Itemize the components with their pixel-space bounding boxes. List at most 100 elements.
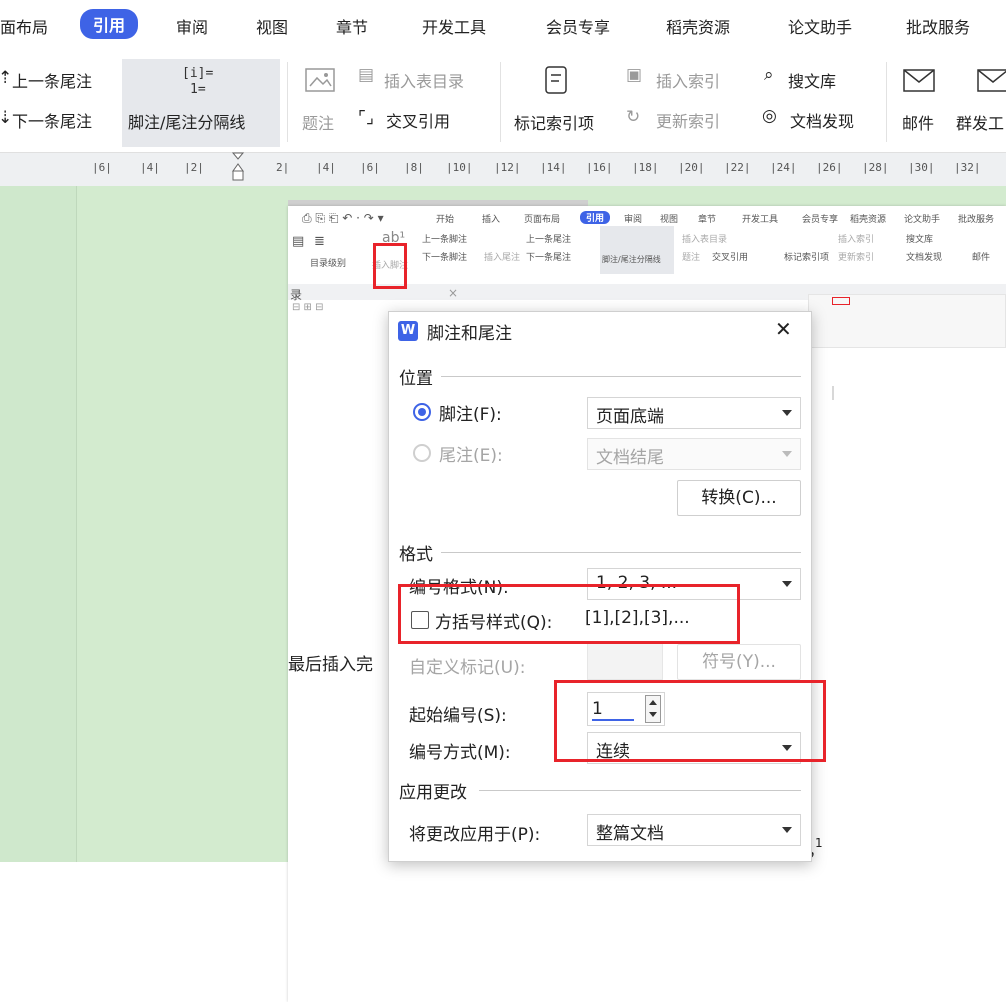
mini-tab: 批改服务 bbox=[958, 215, 995, 225]
tab-thesis[interactable]: 论文助手 bbox=[788, 14, 852, 38]
mini-tab: 开始 bbox=[436, 215, 455, 225]
close-icon[interactable]: ✕ bbox=[775, 317, 792, 341]
doc-discover-button[interactable]: 文档发现 bbox=[790, 108, 854, 132]
separator-label: 脚注/尾注分隔线 bbox=[128, 113, 246, 132]
mini-tab: 插入 bbox=[482, 215, 501, 225]
ruler-tick: |12| bbox=[494, 161, 521, 174]
mini-insert-toc: 插入表目录 bbox=[682, 235, 728, 245]
mini-prev-footnote: 上一条脚注 bbox=[422, 235, 468, 245]
search-lib-icon: ⌕ bbox=[764, 65, 774, 85]
endnote-position-dropdown[interactable]: 文档结尾 bbox=[587, 438, 801, 470]
footnote-label: 脚注(F): bbox=[439, 405, 502, 425]
symbol-button[interactable]: 符号(Y)... bbox=[677, 644, 801, 680]
mini-text-cursor bbox=[832, 386, 834, 400]
ribbon-divider bbox=[500, 62, 501, 142]
dialog-title: 脚注和尾注 bbox=[427, 324, 512, 344]
mini-toc-icon: ▤ bbox=[292, 234, 305, 249]
mini-tab: 论文助手 bbox=[904, 215, 941, 225]
ruler-tick: |26| bbox=[816, 161, 843, 174]
ruler-tick: |6| bbox=[92, 161, 112, 174]
mini-mark-index: 标记索引项 bbox=[784, 253, 830, 263]
mark-index-button[interactable]: 标记索引项 bbox=[514, 110, 594, 134]
mark-index-icon bbox=[545, 66, 567, 94]
tab-correction[interactable]: 批改服务 bbox=[906, 14, 970, 38]
tab-page-layout[interactable]: 面布局 bbox=[0, 14, 48, 38]
ruler-tick: |2| bbox=[184, 161, 204, 174]
tab-chapter[interactable]: 章节 bbox=[336, 14, 368, 38]
start-number-spinner[interactable]: 1 bbox=[587, 692, 665, 726]
body-text[interactable]: 最后插入完 bbox=[288, 650, 373, 675]
insert-index-button[interactable]: 插入索引 bbox=[656, 68, 720, 92]
prev-endnote-button[interactable]: 上一条尾注 bbox=[12, 68, 92, 92]
apply-group-label: 应用更改 bbox=[399, 783, 467, 803]
footnote-reference-mark[interactable]: 1 bbox=[815, 836, 823, 850]
ruler-tick: |10| bbox=[446, 161, 473, 174]
separator-button[interactable]: [i]= 1= 脚注/尾注分隔线 bbox=[122, 59, 280, 147]
tab-developer[interactable]: 开发工具 bbox=[422, 14, 486, 38]
ruler-tick: |4| bbox=[316, 161, 336, 174]
ruler-tick: |20| bbox=[678, 161, 705, 174]
mini-tab: 开发工具 bbox=[742, 215, 779, 225]
footnote-endnote-dialog: W 脚注和尾注 ✕ 位置 脚注(F): 页面底端 尾注(E): 文档结尾 转换(… bbox=[388, 311, 812, 862]
insert-toc-button[interactable]: 插入表目录 bbox=[384, 68, 464, 92]
numbering-method-label: 编号方式(M): bbox=[409, 743, 511, 763]
mini-update-index: 更新索引 bbox=[838, 253, 875, 263]
next-endnote-button[interactable]: 下一条尾注 bbox=[12, 108, 92, 132]
tab-view[interactable]: 视图 bbox=[256, 14, 288, 38]
endnote-radio[interactable] bbox=[413, 444, 431, 462]
footnote-radio[interactable] bbox=[413, 403, 431, 421]
start-number-value[interactable]: 1 bbox=[592, 699, 603, 719]
tab-references[interactable]: 引用 bbox=[80, 9, 139, 39]
mini-prev-endnote: 上一条尾注 bbox=[526, 235, 572, 245]
ruler-tick: |14| bbox=[540, 161, 567, 174]
caption-button[interactable]: 题注 bbox=[302, 110, 334, 134]
bracket-style-example: [1],[2],[3],... bbox=[585, 608, 690, 628]
tab-review[interactable]: 审阅 bbox=[176, 14, 208, 38]
mini-tab: 会员专享 bbox=[802, 215, 839, 225]
mini-tab: 审阅 bbox=[624, 215, 643, 225]
ruler-tick: |6| bbox=[360, 161, 380, 174]
number-format-dropdown[interactable]: 1, 2, 3, ... bbox=[587, 568, 801, 600]
ruler-tick: |16| bbox=[586, 161, 613, 174]
ruler-tick: |8| bbox=[404, 161, 424, 174]
spinner-focus-line bbox=[592, 719, 634, 721]
update-index-icon: ↻ bbox=[626, 107, 641, 127]
mini-toc-level-icon: ≣ bbox=[314, 234, 325, 249]
horizontal-ruler[interactable]: |6| |4| |2| 2| |4| |6| |8| |10| |12| |14… bbox=[0, 152, 1006, 186]
start-number-label: 起始编号(S): bbox=[409, 706, 507, 726]
indent-marker-icon[interactable] bbox=[230, 151, 248, 183]
footnote-position-dropdown[interactable]: 页面底端 bbox=[587, 397, 801, 429]
tab-member[interactable]: 会员专享 bbox=[546, 14, 610, 38]
spinner-arrows-icon[interactable] bbox=[645, 695, 661, 723]
cross-ref-button[interactable]: 交叉引用 bbox=[386, 108, 450, 132]
group-divider bbox=[441, 376, 801, 377]
apply-to-dropdown[interactable]: 整篇文档 bbox=[587, 814, 801, 846]
mail-button[interactable]: 邮件 bbox=[902, 110, 934, 134]
convert-button[interactable]: 转换(C)... bbox=[677, 480, 801, 516]
mini-separator-button: 脚注/尾注分隔线 bbox=[600, 226, 674, 274]
mini-mail: 邮件 bbox=[972, 253, 991, 263]
custom-mark-input[interactable] bbox=[587, 642, 663, 680]
caption-icon bbox=[305, 68, 335, 92]
mail-icon bbox=[903, 69, 935, 92]
mini-quick-access-icons: ⎙ ⎘ ⎗ ↶ · ↷ ▾ bbox=[302, 211, 384, 225]
ruler-tick: |24| bbox=[770, 161, 797, 174]
ribbon-toolbar: ⇡ 上一条尾注 ⇣ 下一条尾注 [i]= 1= 脚注/尾注分隔线 题注 ▤ 插入… bbox=[0, 52, 1006, 152]
bracket-style-checkbox[interactable] bbox=[411, 611, 429, 629]
insert-index-icon: ▣ bbox=[626, 65, 643, 85]
update-index-button[interactable]: 更新索引 bbox=[656, 108, 720, 132]
format-group-label: 格式 bbox=[399, 545, 433, 565]
mini-tab: 稻壳资源 bbox=[850, 215, 887, 225]
mini-tab: 视图 bbox=[660, 215, 679, 225]
bracket-style-label[interactable]: 方括号样式(Q): bbox=[435, 608, 552, 633]
ribbon-tab-bar: 面布局 引用 审阅 视图 章节 开发工具 会员专享 稻壳资源 论文助手 批改服务 bbox=[0, 0, 1006, 52]
number-format-label: 编号格式(N): bbox=[409, 578, 509, 598]
svg-text:1=: 1= bbox=[190, 82, 206, 97]
search-lib-button[interactable]: 搜文库 bbox=[788, 68, 836, 92]
ribbon-divider bbox=[886, 62, 887, 142]
tab-docer[interactable]: 稻壳资源 bbox=[666, 14, 730, 38]
mini-footnote-icon: ab¹ bbox=[382, 230, 406, 246]
numbering-method-dropdown[interactable]: 连续 bbox=[587, 732, 801, 764]
mini-doc-discover: 文档发现 bbox=[906, 253, 943, 263]
group-send-button[interactable]: 群发工 bbox=[956, 110, 1004, 134]
